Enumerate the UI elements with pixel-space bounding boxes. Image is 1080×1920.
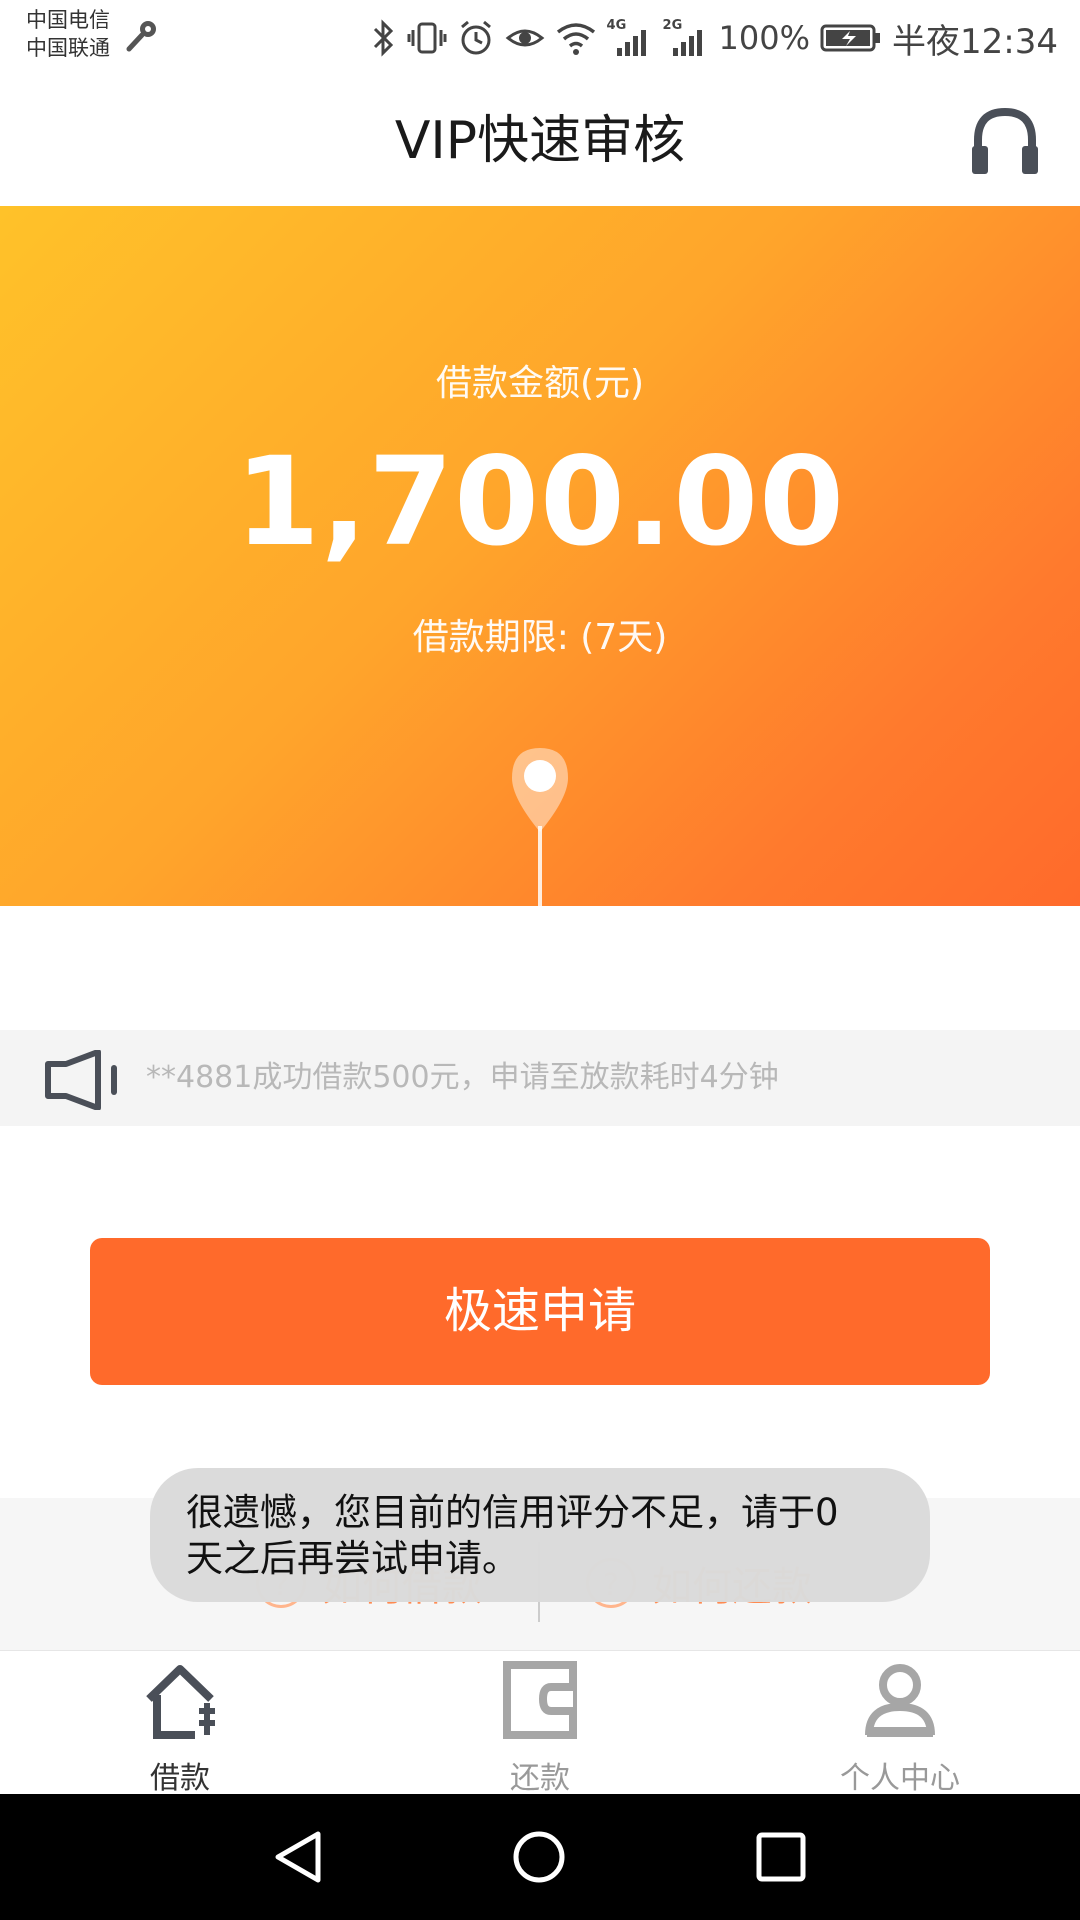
system-nav-bar: [0, 1794, 1080, 1920]
home-nav-icon[interactable]: [512, 1830, 566, 1884]
back-icon[interactable]: [272, 1830, 326, 1884]
status-icons: 4G 2G 100% 半夜12:34: [371, 14, 1058, 62]
key-icon: [126, 21, 156, 52]
tab-borrow-label: 借款: [150, 1761, 210, 1796]
carrier-2: 中国联通: [26, 36, 110, 60]
vibrate-icon: [407, 22, 447, 54]
carrier-1: 中国电信: [26, 8, 110, 32]
battery-percent: 100%: [718, 19, 811, 57]
term-label: 借款期限: (7天): [412, 617, 668, 658]
bottom-tab-bar: 借款 还款 个人中心: [0, 1650, 1080, 1796]
status-bar: 中国电信 中国联通 4G 2G 100% 半夜12:34: [0, 0, 1080, 76]
wallet-icon: [503, 1661, 577, 1739]
signal-4g-icon: 4G: [607, 18, 653, 58]
signal-2g-icon: 2G: [663, 18, 709, 58]
wifi-icon: [556, 23, 595, 55]
amount-label: 借款金额(元): [435, 363, 645, 404]
speaker-icon: [45, 1050, 117, 1110]
slider-handle[interactable]: [510, 746, 570, 836]
tab-repay[interactable]: 还款: [360, 1651, 720, 1796]
headset-icon[interactable]: [968, 104, 1042, 178]
tab-repay-label: 还款: [510, 1761, 570, 1796]
page-title: VIP快速审核: [394, 111, 686, 171]
toast-message: 很遗憾，您目前的信用评分不足，请于0 天之后再尝试申请。: [150, 1468, 930, 1602]
eye-comfort-icon: [505, 29, 544, 47]
loan-hero: 借款金额(元) 1,700.00 借款期限: (7天) 0 1000 2000 …: [0, 206, 1080, 906]
battery-icon: [820, 24, 881, 52]
tab-borrow[interactable]: 借款: [0, 1651, 360, 1796]
title-bar: VIP快速审核: [0, 76, 1080, 206]
person-icon: [865, 1664, 935, 1737]
alarm-icon: [460, 20, 491, 55]
apply-button[interactable]: 极速申请: [90, 1238, 990, 1385]
home-icon: [146, 1665, 215, 1739]
amount-value: 1,700.00: [234, 431, 846, 573]
tab-profile-label: 个人中心: [840, 1761, 960, 1796]
bluetooth-icon: [373, 19, 393, 57]
tab-profile[interactable]: 个人中心: [720, 1651, 1080, 1796]
toast-line-1: 很遗憾，您目前的信用评分不足，请于0: [186, 1491, 839, 1534]
toast-line-2: 天之后再尝试申请。: [186, 1537, 519, 1580]
notice-text: **4881成功借款500元，申请至放款耗时4分钟: [146, 1060, 779, 1095]
notice-bar: **4881成功借款500元，申请至放款耗时4分钟: [0, 1030, 1080, 1126]
recents-icon[interactable]: [754, 1830, 808, 1884]
clock: 半夜12:34: [892, 21, 1058, 62]
slider-indicator-line: [538, 826, 542, 906]
